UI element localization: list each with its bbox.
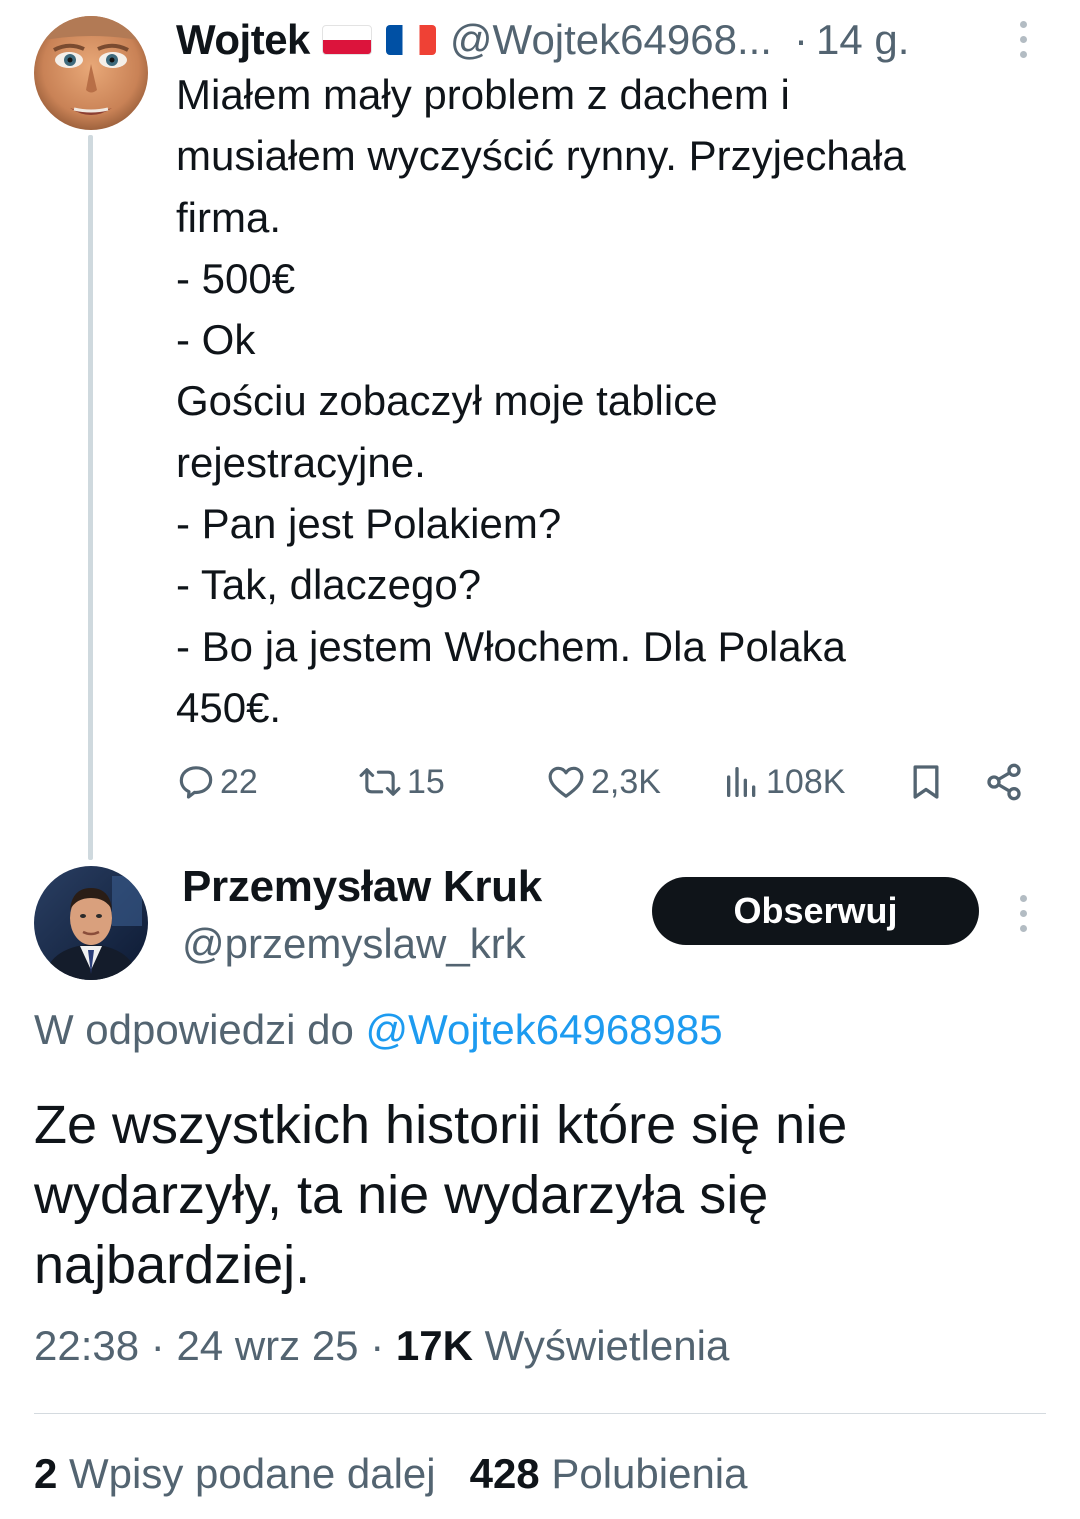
author-name[interactable]: Przemysław Kruk — [182, 862, 542, 912]
reply-count: 22 — [220, 762, 258, 801]
tweet-time[interactable]: 22:38 — [34, 1322, 139, 1369]
reply-prefix: W odpowiedzi do — [34, 1006, 354, 1053]
bookmark-icon — [913, 765, 939, 799]
separator-dot: · — [150, 1322, 165, 1369]
author-handle[interactable]: @przemyslaw_krk — [182, 920, 526, 968]
tweet-time[interactable]: 14 g. — [816, 16, 909, 64]
views-count: 108K — [766, 762, 846, 801]
author-handle[interactable]: @Wojtek64968... — [450, 16, 772, 64]
tweet-actions: 22 15 2,3K 108K — [0, 752, 1080, 812]
reply-context: W odpowiedzi do @Wojtek64968985 — [34, 1006, 723, 1054]
share-button[interactable] — [984, 752, 1024, 812]
reposts-stat[interactable]: 2 Wpisy podane dalej — [34, 1450, 436, 1497]
heart-icon — [548, 766, 584, 798]
flag-france-icon — [385, 25, 436, 55]
repost-icon — [359, 768, 401, 796]
likes-stat[interactable]: 428 Polubienia — [470, 1450, 748, 1497]
reply-mention-link[interactable]: @Wojtek64968985 — [366, 1006, 723, 1053]
views-button[interactable]: 108K — [722, 752, 845, 812]
more-options-icon[interactable] — [1020, 21, 1027, 58]
reply-button[interactable]: 22 — [176, 752, 258, 812]
tweet-meta: 22:38 · 24 wrz 25 · 17K Wyświetlenia — [34, 1322, 729, 1370]
share-icon — [987, 763, 1021, 801]
tweet-header: Wojtek @Wojtek64968... · 14 g. — [176, 12, 1046, 68]
views-count: 17K — [395, 1322, 473, 1369]
author-name[interactable]: Wojtek — [176, 16, 310, 64]
views-label: Wyświetlenia — [484, 1322, 730, 1369]
bookmark-button[interactable] — [906, 752, 946, 812]
repost-count: 15 — [407, 762, 445, 801]
divider — [34, 1413, 1046, 1414]
tweet-text: Ze wszystkich historii które się nie wyd… — [34, 1095, 848, 1295]
tweet-date[interactable]: 24 wrz 25 — [176, 1322, 358, 1369]
reply-icon — [179, 766, 213, 799]
tweet-text: Miałem mały problem z dachem i musiałem … — [176, 71, 906, 731]
reposts-label: Wpisy podane dalej — [69, 1450, 436, 1497]
views-icon — [727, 767, 756, 797]
reposts-count: 2 — [34, 1450, 58, 1497]
avatar[interactable] — [34, 16, 148, 130]
likes-label: Polubienia — [551, 1450, 748, 1497]
follow-button[interactable]: Obserwuj — [652, 877, 979, 945]
separator-dot: · — [793, 16, 808, 63]
separator-dot: · — [370, 1322, 385, 1369]
avatar[interactable] — [34, 866, 148, 980]
flag-poland-icon — [321, 25, 372, 55]
engagement-stats: 2 Wpisy podane dalej 428 Polubienia — [34, 1450, 748, 1498]
repost-button[interactable]: 15 — [357, 752, 445, 812]
like-button[interactable]: 2,3K — [545, 752, 661, 812]
like-count: 2,3K — [591, 762, 661, 801]
more-options-icon[interactable] — [1020, 895, 1027, 932]
likes-count: 428 — [469, 1450, 540, 1497]
